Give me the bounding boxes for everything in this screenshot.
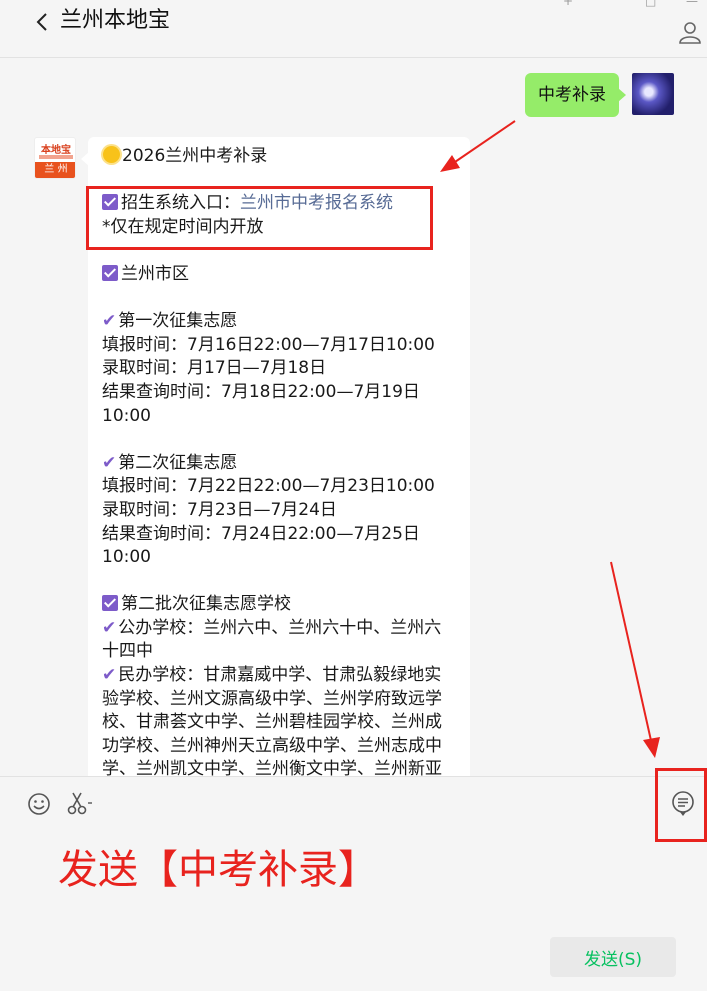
private-schools-cont: 功学校、兰州神州天立高级中学、兰州志成中 xyxy=(102,735,442,756)
round2-query-time: 结果查询时间：7月24日22:00—7月25日 xyxy=(102,523,420,544)
round1-title-line: ✔ 第一次征集志愿 xyxy=(102,310,458,334)
checkmark-icon: ✔ xyxy=(102,665,117,686)
user-message-bubble[interactable]: 中考补录 xyxy=(525,73,626,117)
chat-info-person-icon[interactable] xyxy=(678,20,704,44)
checkmark-icon: ✔ xyxy=(102,311,117,332)
instruction-text: 发送【中考补录】 xyxy=(58,847,378,893)
chat-message-area[interactable]: 中考补录 本地宝 兰 州 2026兰州中考补录 招生系统入口：兰州市中考报名系统… xyxy=(0,58,707,776)
chat-title: 兰州本地宝 xyxy=(60,8,171,33)
round1-query-time: 结果查询时间：7月18日22:00—7月19日 xyxy=(102,381,420,402)
bot-avatar-city: 兰 州 xyxy=(35,162,75,178)
bot-avatar-stripe xyxy=(39,155,73,159)
round2-fill-time: 填报时间：7月22日22:00—7月23日10:00 xyxy=(102,476,435,497)
checkmark-icon: ✔ xyxy=(102,452,117,473)
checkmark-icon: ✔ xyxy=(102,617,117,638)
schools-title: 第二批次征集志愿学校 xyxy=(121,594,291,615)
checkbox-icon xyxy=(102,595,118,612)
private-schools-cont: 学、兰州凯文中学、兰州衡文中学、兰州新亚 xyxy=(102,759,442,776)
round2-title: 第二次征集志愿 xyxy=(118,452,238,473)
district-line: 兰州市区 xyxy=(102,263,458,287)
public-schools-cont: 十四中 xyxy=(102,641,153,662)
round1-title: 第一次征集志愿 xyxy=(118,311,238,332)
checkbox-icon xyxy=(102,264,118,281)
input-area[interactable]: 发送【中考补录】 发送(S) xyxy=(0,768,707,991)
chat-history-highlight-box xyxy=(655,768,707,842)
back-chevron-icon[interactable] xyxy=(33,12,53,32)
bot-avatar[interactable]: 本地宝 兰 州 xyxy=(34,137,76,179)
message-heading-line: 2026兰州中考补录 xyxy=(102,145,458,169)
schools-title-line: 第二批次征集志愿学校 xyxy=(102,593,458,617)
private-schools-line: ✔ 民办学校：甘肃嘉威中学、甘肃弘毅绿地实 xyxy=(102,664,458,688)
round1-admit-time: 录取时间：月17日—7月18日 xyxy=(102,358,327,379)
private-schools-cont: 校、甘肃荟文中学、兰州碧桂园学校、兰州成 xyxy=(102,712,442,733)
public-schools-line: ✔ 公办学校：兰州六中、兰州六十中、兰州六 xyxy=(102,617,458,641)
send-button[interactable]: 发送(S) xyxy=(550,937,676,977)
close-window-icon[interactable]: — xyxy=(686,0,698,8)
screenshot-scissors-icon[interactable] xyxy=(66,791,94,817)
chat-header: 兰州本地宝 + □ — xyxy=(0,0,707,58)
public-schools: 公办学校：兰州六中、兰州六十中、兰州六 xyxy=(118,617,442,638)
sun-icon xyxy=(103,146,120,163)
round1-query-time-end: 10:00 xyxy=(102,405,151,426)
round2-title-line: ✔ 第二次征集志愿 xyxy=(102,452,458,476)
maximize-window-icon[interactable]: □ xyxy=(645,0,656,8)
bot-avatar-logo-text: 本地宝 xyxy=(41,145,71,156)
message-heading: 2026兰州中考补录 xyxy=(122,146,268,166)
user-avatar[interactable] xyxy=(632,73,674,115)
entry-highlight-box xyxy=(86,186,433,250)
round2-admit-time: 录取时间：7月23日—7月24日 xyxy=(102,499,337,520)
district-label: 兰州市区 xyxy=(121,263,189,284)
private-schools: 民办学校：甘肃嘉威中学、甘肃弘毅绿地实 xyxy=(118,665,442,686)
private-schools-cont: 验学校、兰州文源高级中学、兰州学府致远学 xyxy=(102,688,442,709)
pin-window-icon[interactable]: + xyxy=(563,0,573,8)
round2-query-time-end: 10:00 xyxy=(102,547,151,568)
round1-fill-time: 填报时间：7月16日22:00—7月17日10:00 xyxy=(102,334,435,355)
emoji-icon[interactable] xyxy=(27,792,51,816)
